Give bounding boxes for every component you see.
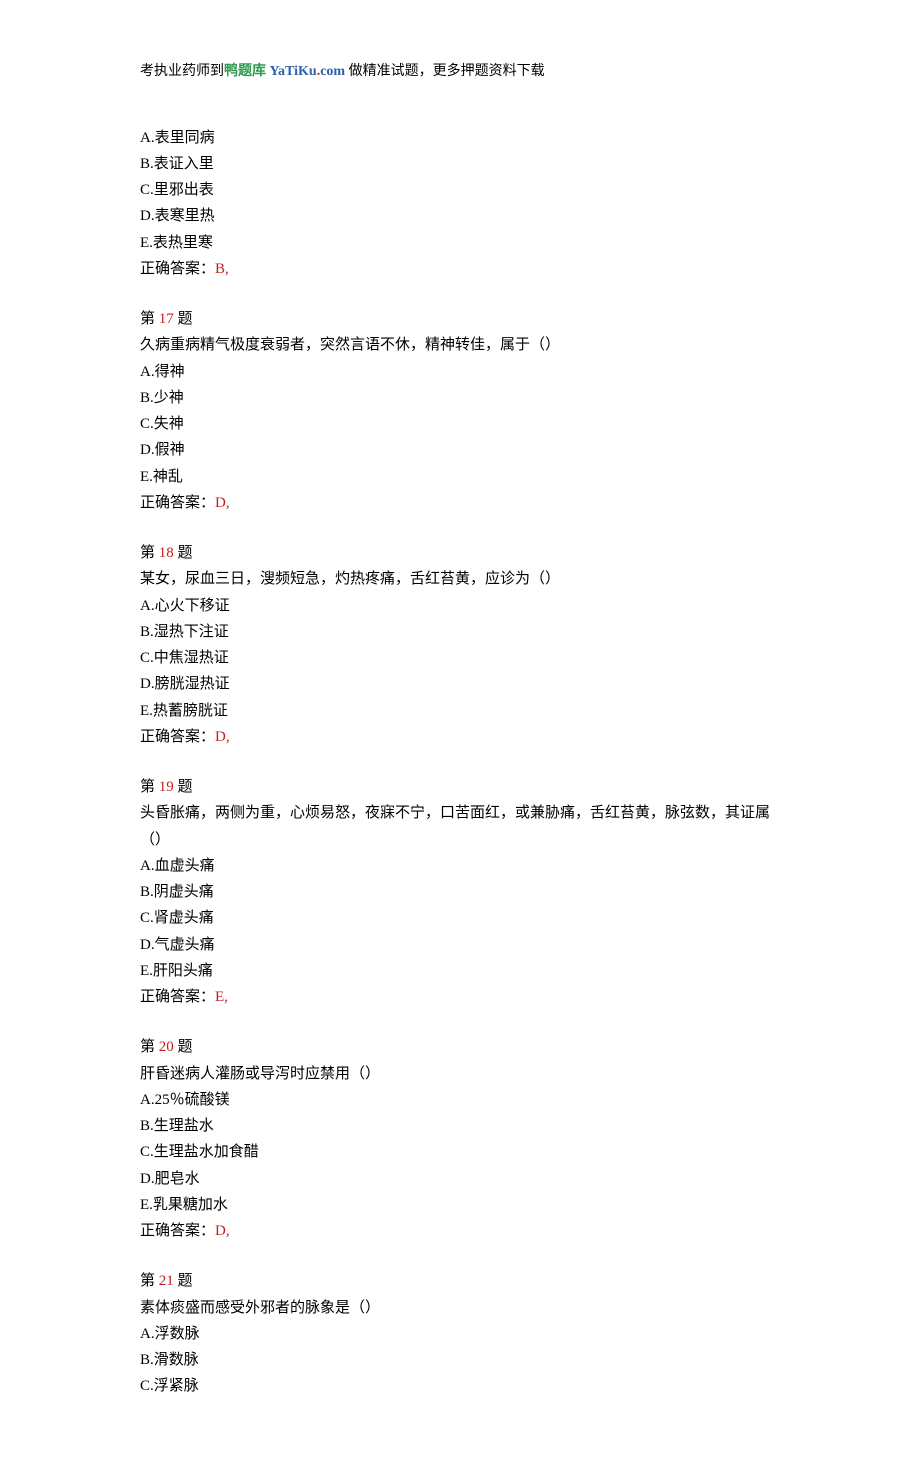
answer-line: 正确答案：D, [140, 1218, 780, 1244]
title-num: 18 [159, 545, 174, 561]
title-post: 题 [174, 311, 193, 327]
option-c: C.里邪出表 [140, 177, 780, 203]
option-b: B.滑数脉 [140, 1347, 780, 1373]
option-b: B.少神 [140, 385, 780, 411]
header-brand: YaTiKu.com [270, 64, 346, 79]
option-b: B.阴虚头痛 [140, 879, 780, 905]
option-c: C.肾虚头痛 [140, 905, 780, 931]
question-stem: 肝昏迷病人灌肠或导泻时应禁用（） [140, 1061, 780, 1087]
option-a: A.血虚头痛 [140, 853, 780, 879]
option-e: E.热蓄膀胱证 [140, 698, 780, 724]
question-stem: 头昏胀痛，两侧为重，心烦易怒，夜寐不宁，口苦面红，或兼胁痛，舌红苔黄，脉弦数，其… [140, 800, 780, 853]
header-suffix: 做精准试题，更多押题资料下载 [345, 64, 545, 79]
option-a: A.25％硫酸镁 [140, 1087, 780, 1113]
answer-label: 正确答案： [140, 495, 215, 511]
title-num: 17 [159, 311, 174, 327]
title-num: 20 [159, 1039, 174, 1055]
title-post: 题 [174, 1273, 193, 1289]
answer-label: 正确答案： [140, 989, 215, 1005]
header-green: 鸭题库 [224, 64, 266, 79]
option-b: B.生理盐水 [140, 1113, 780, 1139]
option-c: C.生理盐水加食醋 [140, 1139, 780, 1165]
answer-value: D, [215, 729, 230, 745]
option-a: A.浮数脉 [140, 1321, 780, 1347]
brand-com: com [320, 64, 345, 79]
answer-value: D, [215, 1223, 230, 1239]
option-d: D.气虚头痛 [140, 932, 780, 958]
question-18: 第 18 题 某女，尿血三日，溲频短急，灼热疼痛，舌红苔黄，应诊为（） A.心火… [140, 540, 780, 750]
question-title: 第 18 题 [140, 540, 780, 566]
answer-line: 正确答案：B, [140, 256, 780, 282]
title-pre: 第 [140, 1273, 159, 1289]
option-d: D.肥皂水 [140, 1166, 780, 1192]
title-post: 题 [174, 545, 193, 561]
question-title: 第 19 题 [140, 774, 780, 800]
title-post: 题 [174, 779, 193, 795]
option-c: C.浮紧脉 [140, 1373, 780, 1399]
title-pre: 第 [140, 779, 159, 795]
answer-value: D, [215, 495, 230, 511]
option-e: E.乳果糖加水 [140, 1192, 780, 1218]
title-pre: 第 [140, 545, 159, 561]
brand-yatiku: YaTiKu [270, 64, 317, 79]
answer-line: 正确答案：D, [140, 724, 780, 750]
title-pre: 第 [140, 311, 159, 327]
question-19: 第 19 题 头昏胀痛，两侧为重，心烦易怒，夜寐不宁，口苦面红，或兼胁痛，舌红苔… [140, 774, 780, 1010]
question-20: 第 20 题 肝昏迷病人灌肠或导泻时应禁用（） A.25％硫酸镁 B.生理盐水 … [140, 1034, 780, 1244]
option-b: B.湿热下注证 [140, 619, 780, 645]
option-e: E.肝阳头痛 [140, 958, 780, 984]
option-d: D.表寒里热 [140, 203, 780, 229]
page-header: 考执业药师到鸭题库 YaTiKu.com 做精准试题，更多押题资料下载 [140, 60, 780, 85]
title-num: 21 [159, 1273, 174, 1289]
answer-line: 正确答案：D, [140, 490, 780, 516]
question-title: 第 17 题 [140, 306, 780, 332]
answer-label: 正确答案： [140, 261, 215, 277]
header-prefix: 考执业药师到 [140, 64, 224, 79]
answer-value: E, [215, 989, 228, 1005]
answer-label: 正确答案： [140, 729, 215, 745]
question-title: 第 21 题 [140, 1268, 780, 1294]
option-a: A.表里同病 [140, 125, 780, 151]
title-pre: 第 [140, 1039, 159, 1055]
option-a: A.得神 [140, 359, 780, 385]
question-17: 第 17 题 久病重病精气极度衰弱者，突然言语不休，精神转佳，属于（） A.得神… [140, 306, 780, 516]
question-21: 第 21 题 素体痰盛而感受外邪者的脉象是（） A.浮数脉 B.滑数脉 C.浮紧… [140, 1268, 780, 1399]
option-c: C.中焦湿热证 [140, 645, 780, 671]
question-title: 第 20 题 [140, 1034, 780, 1060]
answer-value: B, [215, 261, 229, 277]
question-stem: 久病重病精气极度衰弱者，突然言语不休，精神转佳，属于（） [140, 332, 780, 358]
option-e: E.神乱 [140, 464, 780, 490]
option-a: A.心火下移证 [140, 593, 780, 619]
option-d: D.膀胱湿热证 [140, 671, 780, 697]
question-stem: 某女，尿血三日，溲频短急，灼热疼痛，舌红苔黄，应诊为（） [140, 566, 780, 592]
question-stem: 素体痰盛而感受外邪者的脉象是（） [140, 1295, 780, 1321]
title-post: 题 [174, 1039, 193, 1055]
option-b: B.表证入里 [140, 151, 780, 177]
option-c: C.失神 [140, 411, 780, 437]
answer-label: 正确答案： [140, 1223, 215, 1239]
answer-line: 正确答案：E, [140, 984, 780, 1010]
option-d: D.假神 [140, 437, 780, 463]
title-num: 19 [159, 779, 174, 795]
option-e: E.表热里寒 [140, 230, 780, 256]
question-16-partial: A.表里同病 B.表证入里 C.里邪出表 D.表寒里热 E.表热里寒 正确答案：… [140, 125, 780, 283]
